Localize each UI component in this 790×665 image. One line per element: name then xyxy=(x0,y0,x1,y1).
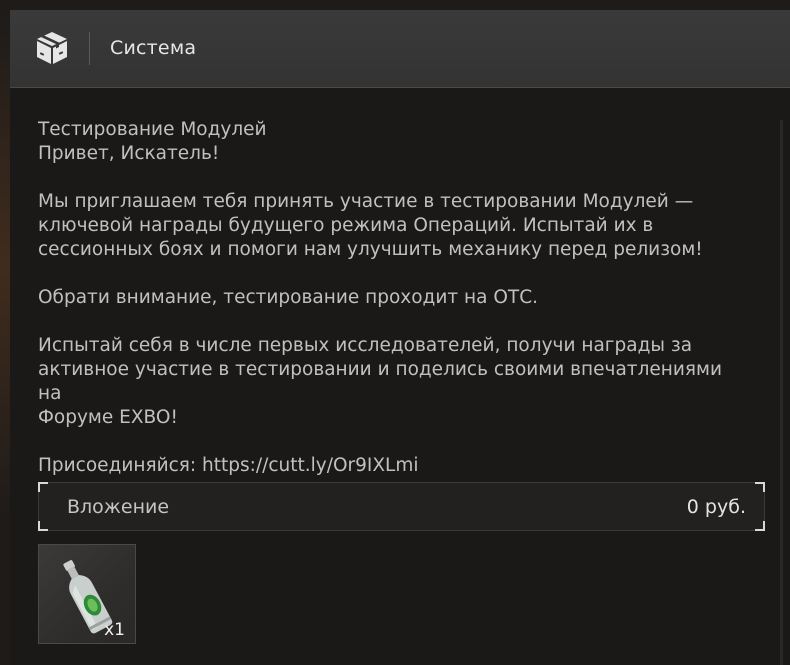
message-text-line: ключевой награды будущего режима Операци… xyxy=(38,215,654,236)
message-body: Тестирование Модулей Привет, Искатель! М… xyxy=(38,118,738,478)
item-quantity: x1 xyxy=(104,620,125,640)
message-text-line: Форуме EXBO! xyxy=(38,407,178,428)
message-text-line: активное участие в тестировании и подели… xyxy=(38,359,723,404)
message-text-line: сессионных боях и помоги нам улучшить ме… xyxy=(38,239,703,260)
message-text-line: Испытай себя в числе первых исследовател… xyxy=(38,335,693,356)
mail-window: Система Тестирование Модулей Привет, Иск… xyxy=(10,10,790,665)
message-subject: Тестирование Модулей xyxy=(38,119,267,140)
join-link[interactable]: Присоединяйся: https://cutt.ly/Or9IXLmi xyxy=(38,454,738,478)
sender-title: Система xyxy=(110,37,197,59)
attachment-price: 0 руб. xyxy=(686,496,746,518)
message-text-line: Обрати внимание, тестирование проходит н… xyxy=(38,287,538,308)
scrollbar[interactable] xyxy=(780,120,783,665)
message-text-line: Мы приглашаем тебя принять участие в тес… xyxy=(38,191,694,212)
attachment-label: Вложение xyxy=(67,496,170,518)
header-divider xyxy=(89,32,90,65)
message-header: Система xyxy=(10,10,790,88)
package-box-icon xyxy=(37,32,67,64)
message-greeting: Привет, Искатель! xyxy=(38,143,220,164)
attachment-item-slot[interactable]: x1 xyxy=(38,544,136,644)
attachment-bar[interactable]: Вложение 0 руб. xyxy=(38,482,765,531)
